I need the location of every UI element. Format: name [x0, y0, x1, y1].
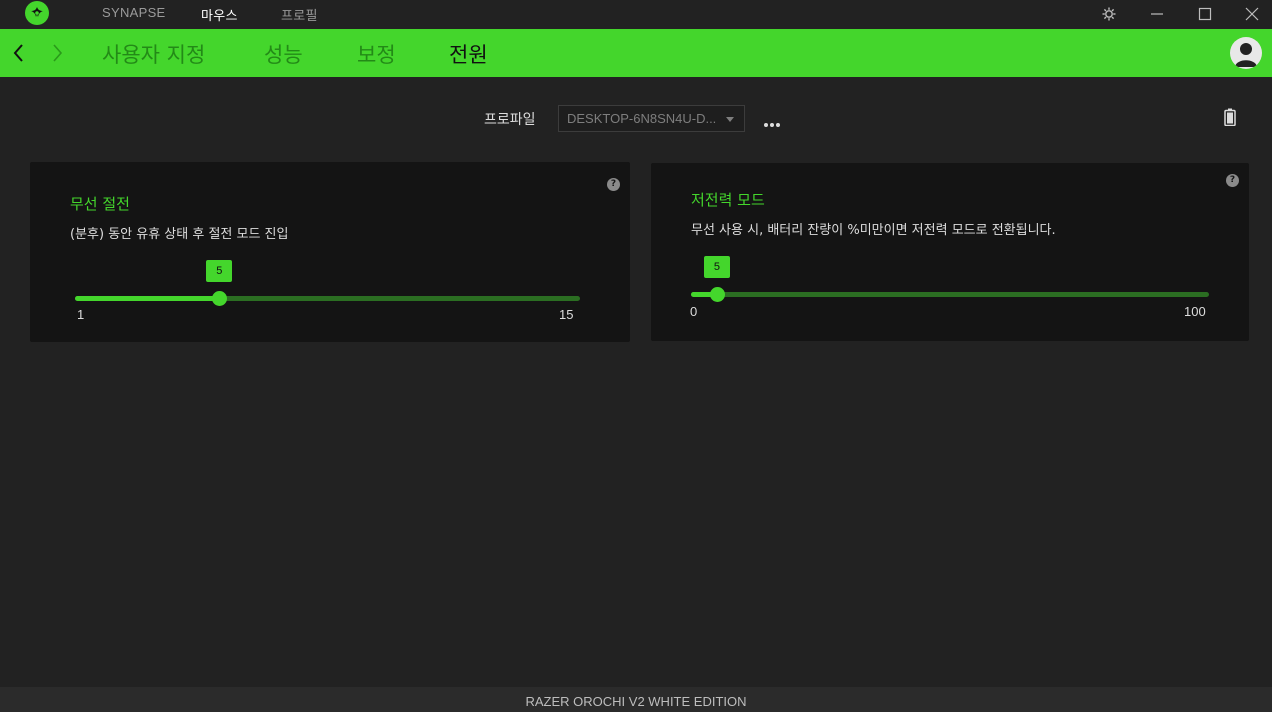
minimize-icon[interactable]	[1149, 6, 1165, 22]
back-arrow-icon[interactable]	[12, 43, 26, 63]
sleep-slider-min: 1	[77, 307, 85, 322]
tab-profiles[interactable]: 프로필	[281, 5, 318, 24]
tab-power[interactable]: 전원	[449, 39, 488, 69]
help-icon[interactable]: ?	[1226, 174, 1239, 187]
tab-synapse[interactable]: SYNAPSE	[102, 5, 166, 20]
tab-performance[interactable]: 성능	[264, 39, 303, 69]
wireless-sleep-description: (분후) 동안 유휴 상태 후 절전 모드 진입	[70, 227, 289, 242]
device-name: RAZER OROCHI V2 WHITE EDITION	[525, 694, 747, 709]
power-slider-handle[interactable]	[709, 287, 725, 302]
chevron-down-icon	[726, 117, 734, 122]
profile-label: 프로파일	[484, 112, 536, 128]
nav-bar: 사용자 지정 성능 보정 전원	[0, 29, 1272, 77]
profile-dropdown[interactable]: DESKTOP-6N8SN4U-D...	[558, 105, 745, 132]
tab-customize[interactable]: 사용자 지정	[102, 39, 205, 69]
low-power-card: ? 저전력 모드 무선 사용 시, 배터리 잔량이 %미만이면 저전력 모드로 …	[651, 163, 1249, 341]
maximize-icon[interactable]	[1197, 6, 1213, 22]
sleep-slider-fill	[75, 296, 220, 301]
help-icon[interactable]: ?	[607, 178, 620, 191]
power-slider-min: 0	[690, 304, 698, 319]
battery-icon	[1224, 108, 1236, 127]
settings-icon[interactable]	[1101, 6, 1117, 22]
power-slider-max: 100	[1184, 304, 1206, 319]
title-bar: SYNAPSE 마우스 프로필	[0, 0, 1272, 29]
power-slider-track[interactable]: 5	[691, 256, 1209, 302]
tab-calibration[interactable]: 보정	[357, 39, 396, 69]
forward-arrow-icon[interactable]	[50, 43, 64, 63]
close-icon[interactable]	[1244, 6, 1260, 22]
more-options-icon[interactable]	[762, 114, 782, 127]
wireless-sleep-card: ? 무선 절전 (분후) 동안 유휴 상태 후 절전 모드 진입 5 1 15	[30, 162, 630, 342]
low-power-description: 무선 사용 시, 배터리 잔량이 %미만이면 저전력 모드로 전환됩니다.	[691, 223, 1056, 238]
user-avatar-icon[interactable]	[1230, 37, 1262, 69]
sleep-slider-track[interactable]: 5	[75, 260, 580, 306]
sleep-slider-max: 15	[559, 307, 574, 322]
wireless-sleep-title: 무선 절전	[70, 195, 130, 213]
sleep-slider-value: 5	[206, 260, 233, 282]
low-power-title: 저전력 모드	[691, 191, 765, 209]
sleep-slider-handle[interactable]	[212, 291, 228, 306]
footer-bar: RAZER OROCHI V2 WHITE EDITION	[0, 687, 1272, 712]
razer-logo-icon	[25, 1, 49, 25]
power-slider-value: 5	[703, 256, 730, 278]
profile-dropdown-value: DESKTOP-6N8SN4U-D...	[567, 111, 717, 126]
tab-mouse[interactable]: 마우스	[201, 5, 238, 24]
